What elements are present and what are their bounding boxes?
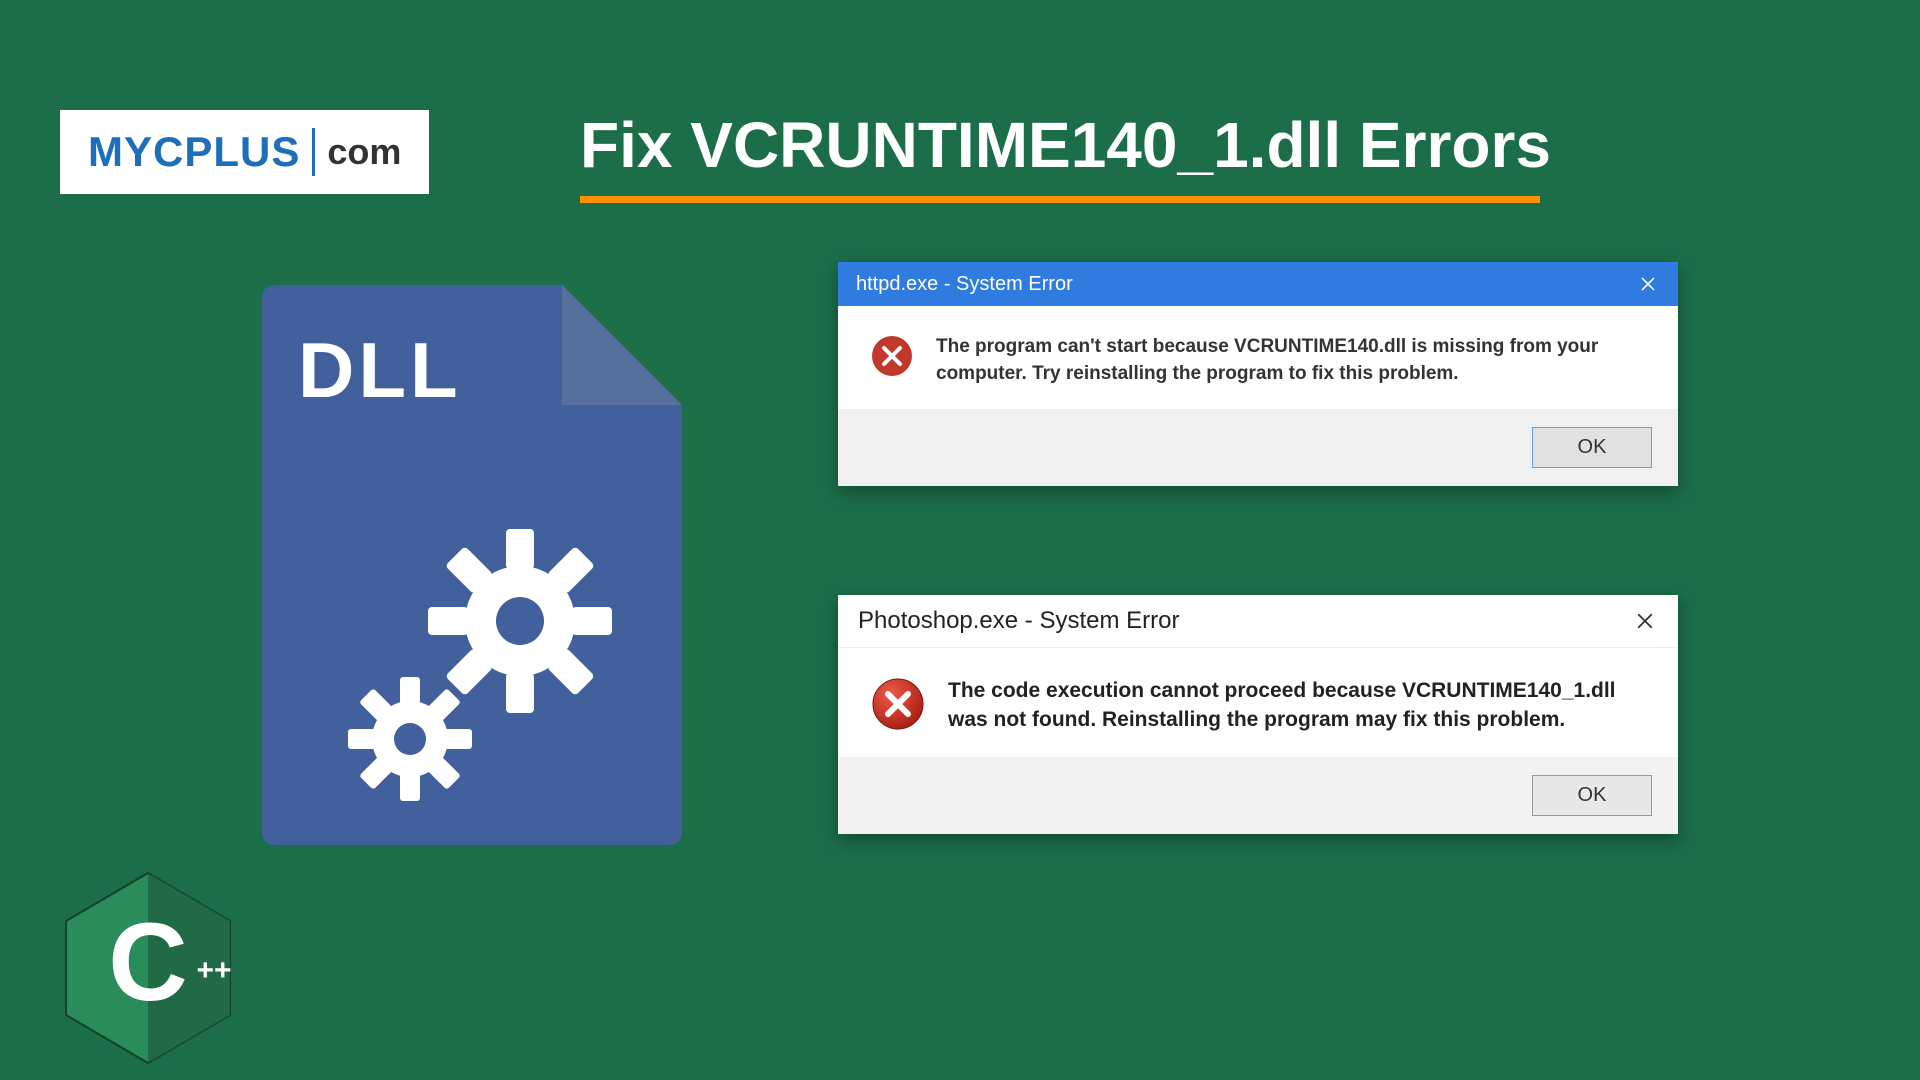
dialog2-message: The code execution cannot proceed becaus… [948, 676, 1646, 735]
page-title: Fix VCRUNTIME140_1.dll Errors [580, 108, 1551, 182]
logo-divider [312, 128, 315, 176]
error-dialog-photoshop: Photoshop.exe - System Error The code ex… [838, 595, 1678, 834]
dialog1-body: The program can't start because VCRUNTIM… [838, 306, 1678, 409]
dialog1-titlebar[interactable]: httpd.exe - System Error [838, 262, 1678, 306]
dialog1-title-text: httpd.exe - System Error [856, 273, 1073, 296]
dll-fold-corner [562, 285, 682, 405]
close-icon[interactable] [1632, 608, 1658, 634]
dll-file-icon: DLL [262, 285, 682, 845]
gears-icon [330, 501, 650, 821]
dialog2-titlebar[interactable]: Photoshop.exe - System Error [838, 595, 1678, 648]
error-icon [870, 334, 914, 378]
ok-button[interactable]: OK [1532, 427, 1652, 468]
title-underline [580, 196, 1540, 203]
ok-button[interactable]: OK [1532, 775, 1652, 816]
dialog2-title-text: Photoshop.exe - System Error [858, 607, 1179, 635]
cpp-badge-icon: C ++ [38, 850, 258, 1070]
cpp-letter: C [108, 901, 187, 1024]
dialog1-message: The program can't start because VCRUNTIM… [936, 334, 1646, 387]
dialog1-footer: OK [838, 409, 1678, 486]
logo-sub-text: com [327, 131, 401, 173]
error-icon [870, 676, 926, 732]
cpp-plus: ++ [196, 954, 231, 987]
dll-label: DLL [298, 325, 462, 416]
logo-main-text: MYCPLUS [88, 128, 300, 176]
error-dialog-httpd: httpd.exe - System Error The program can… [838, 262, 1678, 486]
dialog2-footer: OK [838, 757, 1678, 834]
close-icon[interactable] [1636, 272, 1660, 296]
site-logo: MYCPLUS com [60, 110, 429, 194]
dialog2-body: The code execution cannot proceed becaus… [838, 648, 1678, 757]
